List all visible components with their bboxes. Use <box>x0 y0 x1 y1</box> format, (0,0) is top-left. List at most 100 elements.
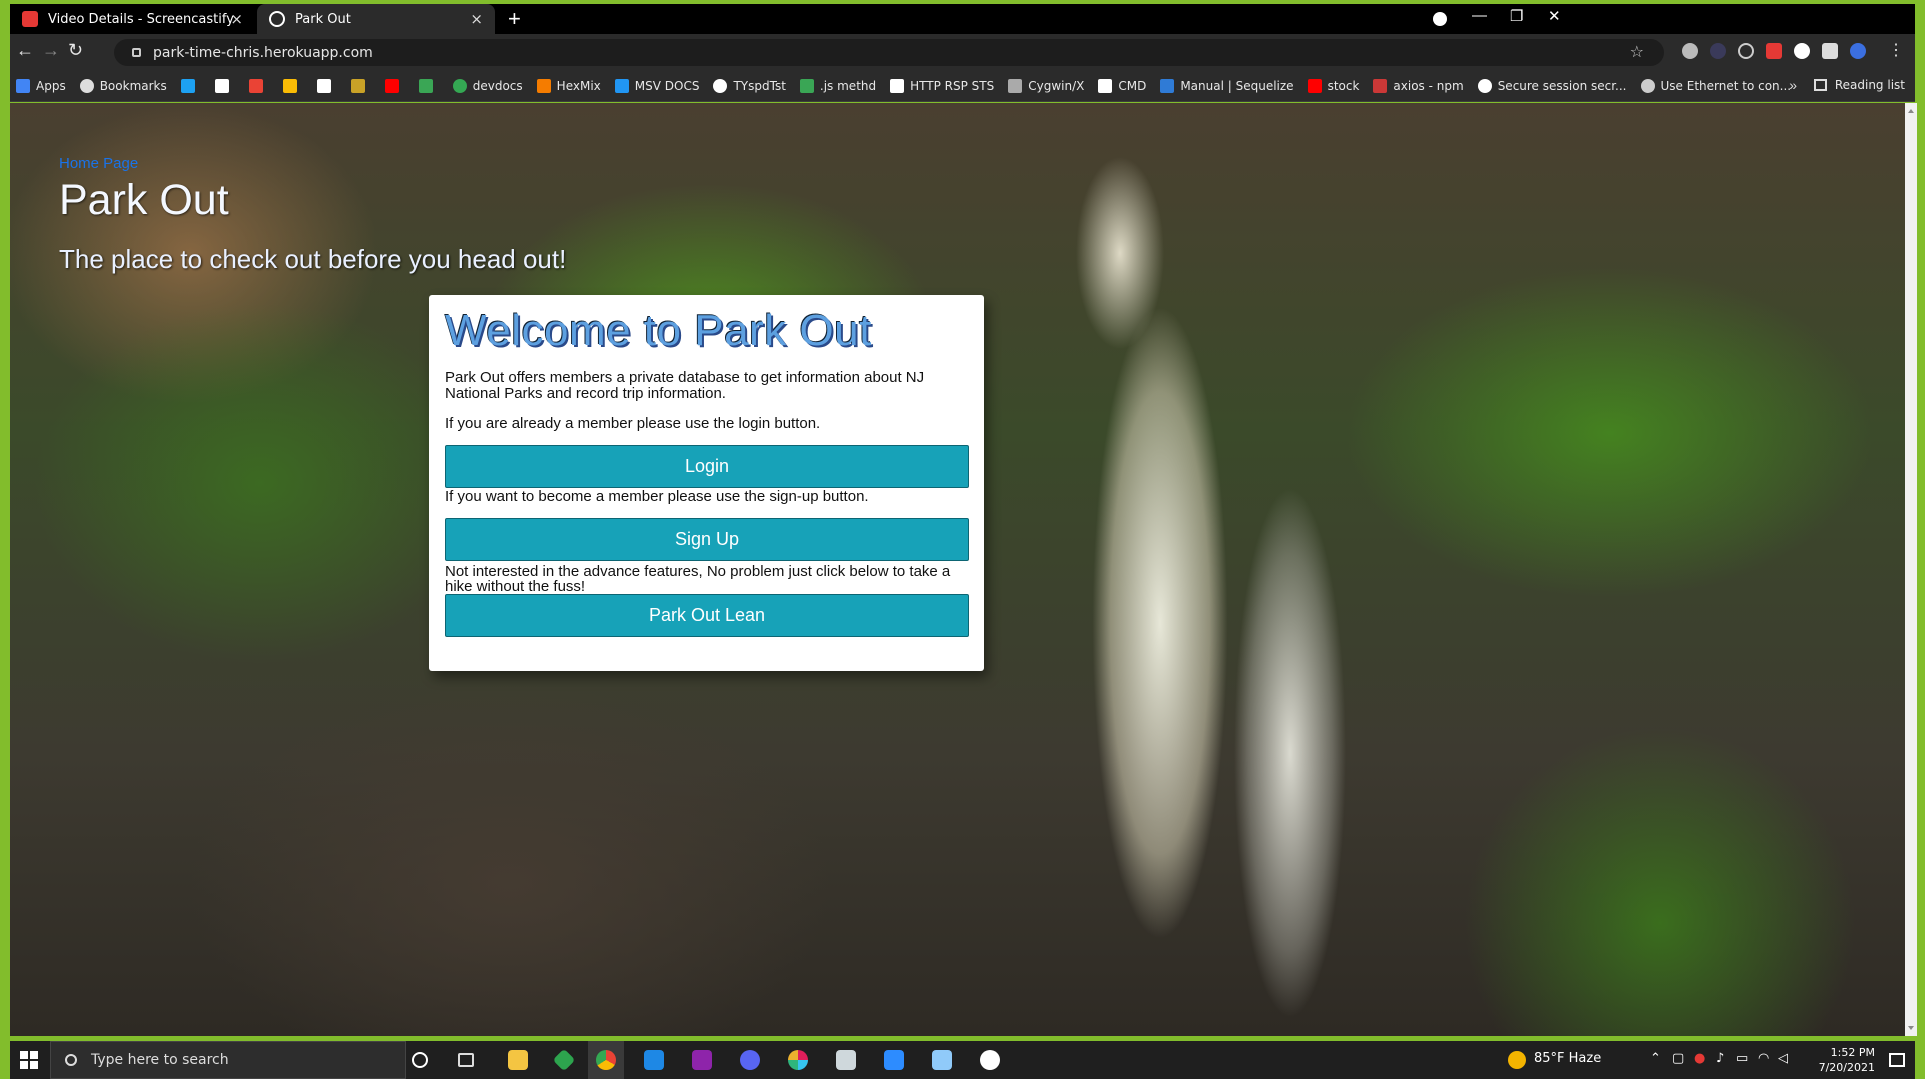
extension-icon[interactable] <box>1738 43 1754 59</box>
reload-button[interactable]: ↻ <box>68 40 83 61</box>
park-out-lean-button[interactable]: Park Out Lean <box>445 594 969 637</box>
screencastify-extension-icon[interactable] <box>1766 43 1782 59</box>
tab-screencastify[interactable]: Video Details - Screencastify × <box>10 4 255 34</box>
reading-list-button[interactable]: Reading list <box>1813 78 1905 92</box>
bookmark-item[interactable] <box>180 78 201 93</box>
page-viewport: Home Page Park Out The place to check ou… <box>10 103 1905 1036</box>
windows-start-button[interactable] <box>20 1051 38 1069</box>
bookmark-icon <box>282 78 297 93</box>
bookmark-item[interactable]: CMD <box>1098 78 1146 93</box>
extension-icon[interactable] <box>1794 43 1810 59</box>
minimize-button[interactable]: — <box>1472 7 1487 24</box>
discord-icon[interactable] <box>740 1050 760 1070</box>
forward-button[interactable]: → <box>42 40 60 61</box>
bookmark-item[interactable] <box>350 78 371 93</box>
browser-toolbar: ← → ↻ park-time-chris.herokuapp.com ☆ ⋮ <box>10 34 1915 70</box>
page-scrollbar[interactable] <box>1905 103 1917 1036</box>
bookmark-item[interactable] <box>214 78 235 93</box>
extension-icon[interactable] <box>1710 43 1726 59</box>
bookmark-item[interactable] <box>384 78 405 93</box>
back-button[interactable]: ← <box>16 40 34 61</box>
login-prompt: If you are already a member please use t… <box>445 415 821 432</box>
bookmark-item[interactable]: Apps <box>16 78 66 93</box>
wifi-icon[interactable]: ◠ <box>1758 1051 1769 1066</box>
wikipedia-icon <box>214 78 229 93</box>
file-explorer-icon[interactable] <box>508 1050 528 1070</box>
bookmark-item[interactable]: devdocs <box>452 78 523 93</box>
bookmark-item[interactable]: TYspdTst <box>713 78 786 93</box>
sign-up-button[interactable]: Sign Up <box>445 518 969 561</box>
battery-icon[interactable]: ▭ <box>1736 1051 1748 1066</box>
vscode-icon[interactable] <box>644 1050 664 1070</box>
task-view-icon[interactable] <box>458 1053 474 1067</box>
bookmark-item[interactable] <box>282 78 303 93</box>
bookmark-item[interactable]: .js methd <box>799 78 876 93</box>
bookmarks-bar: Apps Bookmarks devdocs HexMix MSV DOCS T… <box>10 70 1915 102</box>
star-icon <box>79 78 94 93</box>
app-icon[interactable] <box>980 1050 1000 1070</box>
card-title: Welcome to Park Out <box>445 306 872 355</box>
bookmark-item[interactable]: stock <box>1307 78 1359 93</box>
bookmark-item[interactable]: Manual | Sequelize <box>1160 78 1294 93</box>
bookmark-item[interactable]: Secure session secr... <box>1477 78 1627 93</box>
system-clock[interactable]: 1:52 PM 7/20/2021 <box>1819 1045 1875 1075</box>
close-window-button[interactable]: ✕ <box>1548 7 1561 25</box>
bookmark-item[interactable]: axios - npm <box>1373 78 1464 93</box>
bookmark-item[interactable]: Bookmarks <box>79 78 167 93</box>
cygwin-icon <box>1008 78 1023 93</box>
tab-title: Park Out <box>295 11 351 27</box>
npm-icon <box>1373 78 1388 93</box>
tray-chevron-icon[interactable]: ⌃ <box>1650 1051 1661 1066</box>
app-icon[interactable] <box>836 1050 856 1070</box>
chrome-icon[interactable] <box>596 1050 616 1070</box>
home-page-link[interactable]: Home Page <box>59 155 138 172</box>
close-tab-icon[interactable]: × <box>230 10 243 28</box>
bookmark-item[interactable]: MSV DOCS <box>614 78 699 93</box>
slack-icon[interactable] <box>788 1050 808 1070</box>
bookmark-icon <box>1098 78 1113 93</box>
weather-text[interactable]: 85°F Haze <box>1534 1051 1601 1066</box>
notes-icon[interactable] <box>932 1050 952 1070</box>
taskbar-search-input[interactable]: Type here to search <box>50 1041 406 1079</box>
twitter-icon <box>180 78 195 93</box>
profile-download-icon[interactable] <box>1433 12 1447 26</box>
notification-center-icon[interactable] <box>1889 1053 1905 1067</box>
new-tab-button[interactable]: + <box>508 6 521 32</box>
bookmark-item[interactable] <box>248 78 269 93</box>
site-title: Park Out <box>59 176 229 224</box>
restore-button[interactable]: ❐ <box>1510 7 1523 25</box>
tagline: The place to check out before you head o… <box>59 244 567 274</box>
avatar[interactable] <box>1850 43 1866 59</box>
weather-icon <box>1508 1051 1526 1069</box>
google-icon <box>713 78 728 93</box>
windows-taskbar: Type here to search 85°F Haze ⌃ ▢ ● ♪ ▭ … <box>10 1041 1915 1079</box>
lock-icon <box>132 48 141 57</box>
menu-kebab-icon[interactable]: ⋮ <box>1888 40 1904 60</box>
zoom-icon[interactable] <box>884 1050 904 1070</box>
hexmix-icon <box>536 78 551 93</box>
app-icon[interactable] <box>692 1050 712 1070</box>
youtube-icon <box>384 78 399 93</box>
gitkraken-icon[interactable] <box>552 1048 576 1072</box>
volume-icon[interactable]: ◁ <box>1778 1051 1788 1066</box>
login-button[interactable]: Login <box>445 445 969 488</box>
tray-icon[interactable]: ▢ <box>1672 1051 1684 1066</box>
tab-park-out[interactable]: Park Out × <box>257 4 495 34</box>
more-bookmarks-chevron-icon[interactable]: » <box>1789 77 1797 93</box>
extension-icon[interactable] <box>1682 43 1698 59</box>
bookmark-star-icon[interactable]: ☆ <box>1630 42 1644 61</box>
tray-icon[interactable]: ● <box>1694 1051 1705 1066</box>
bookmark-item[interactable] <box>418 78 439 93</box>
address-bar[interactable]: park-time-chris.herokuapp.com ☆ <box>114 39 1664 66</box>
bookmark-item[interactable] <box>316 78 337 93</box>
cortana-icon[interactable] <box>412 1052 428 1068</box>
bookmark-item[interactable]: HTTP RSP STS <box>890 78 994 93</box>
close-tab-icon[interactable]: × <box>470 10 483 28</box>
github-icon <box>1477 78 1492 93</box>
puzzle-icon[interactable] <box>1822 43 1838 59</box>
bookmark-item[interactable]: HexMix <box>536 78 601 93</box>
bookmark-item[interactable]: Use Ethernet to con... <box>1640 78 1791 93</box>
bookmark-icon <box>890 78 905 93</box>
microphone-icon[interactable]: ♪ <box>1716 1051 1724 1066</box>
bookmark-item[interactable]: Cygwin/X <box>1008 78 1084 93</box>
